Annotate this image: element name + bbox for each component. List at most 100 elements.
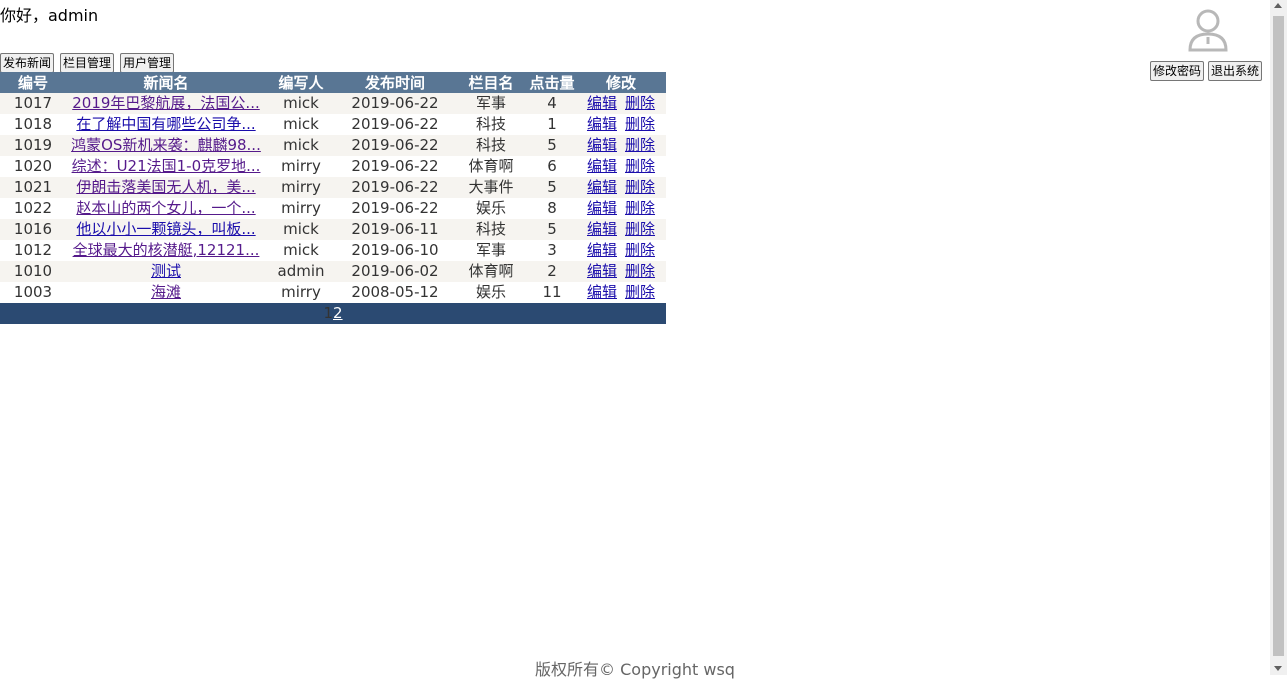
cell-clicks: 5 bbox=[528, 177, 576, 198]
cell-actions: 编辑 删除 bbox=[576, 177, 666, 198]
edit-link[interactable]: 编辑 bbox=[587, 262, 617, 280]
delete-link[interactable]: 删除 bbox=[625, 220, 655, 238]
user-avatar-icon bbox=[1188, 9, 1228, 52]
edit-link[interactable]: 编辑 bbox=[587, 199, 617, 217]
cell-title: 海滩 bbox=[66, 282, 266, 303]
change-password-button[interactable]: 修改密码 bbox=[1150, 61, 1205, 81]
table-row: 1017 2019年巴黎航展，法国公... mick 2019-06-22 军事 4 编辑删… bbox=[0, 93, 666, 114]
cell-title: 在了解中国有哪些公司争... bbox=[66, 114, 266, 135]
cell-id: 1022 bbox=[0, 198, 66, 219]
cell-id: 1016 bbox=[0, 219, 66, 240]
edit-link[interactable]: 编辑 bbox=[587, 94, 617, 112]
cell-date: 2019-06-22 bbox=[336, 93, 454, 114]
delete-link[interactable]: 删除 bbox=[625, 136, 655, 154]
cell-actions: 编辑 删除 bbox=[576, 198, 666, 219]
cell-author: mirry bbox=[266, 177, 336, 198]
news-title-link[interactable]: 在了解中国有哪些公司争... bbox=[76, 115, 255, 133]
logout-button[interactable]: 退出系统 bbox=[1208, 61, 1263, 81]
news-title-link[interactable]: 全球最大的核潜艇,12121... bbox=[73, 241, 260, 259]
cell-clicks: 2 bbox=[528, 261, 576, 282]
news-title-link[interactable]: 综述：U21法国1-0克罗地... bbox=[72, 157, 261, 175]
cell-clicks: 6 bbox=[528, 156, 576, 177]
table-header-row: 编号 新闻名 编写人 发布时间 栏目名 点击量 修改 bbox=[0, 72, 666, 93]
cell-title: 综述：U21法国1-0克罗地... bbox=[66, 156, 266, 177]
news-title-link[interactable]: 鸿蒙OS新机来袭：麒麟98... bbox=[71, 136, 261, 154]
cell-title: 他以小小一颗镜头，叫板... bbox=[66, 219, 266, 240]
greeting-text: 你好，admin bbox=[0, 6, 99, 25]
table-row: 1016 他以小小一颗镜头，叫板... mick 2019-06-11 科技 5 编辑 删除 bbox=[0, 219, 666, 240]
column-manage-button[interactable]: 栏目管理 bbox=[60, 53, 115, 73]
news-title-link[interactable]: 海滩 bbox=[151, 283, 181, 301]
cell-clicks: 3 bbox=[528, 240, 576, 261]
news-title-link[interactable]: 2019年巴黎航展，法国公... bbox=[72, 94, 259, 112]
cell-author: mirry bbox=[266, 156, 336, 177]
news-title-link[interactable]: 他以小小一颗镜头，叫板... bbox=[76, 220, 255, 238]
cell-author: mick bbox=[266, 240, 336, 261]
cell-title: 赵本山的两个女儿，一个... bbox=[66, 198, 266, 219]
delete-link[interactable]: 删除 bbox=[625, 178, 655, 196]
col-header-id: 编号 bbox=[0, 72, 66, 93]
edit-link[interactable]: 编辑 bbox=[587, 283, 617, 301]
cell-column: 科技 bbox=[454, 135, 528, 156]
user-manage-button[interactable]: 用户管理 bbox=[120, 53, 175, 73]
cell-actions: 编辑 删除 bbox=[576, 114, 666, 135]
edit-link[interactable]: 编辑 bbox=[587, 220, 617, 238]
cell-date: 2019-06-22 bbox=[336, 198, 454, 219]
delete-link[interactable]: 删除 bbox=[625, 94, 655, 112]
cell-actions: 编辑 删除 bbox=[576, 240, 666, 261]
table-row: 1010 测试 admin 2019-06-02 体育啊 2 编辑 删除 bbox=[0, 261, 666, 282]
cell-date: 2019-06-10 bbox=[336, 240, 454, 261]
cell-date: 2019-06-22 bbox=[336, 135, 454, 156]
edit-link[interactable]: 编辑 bbox=[587, 241, 617, 259]
delete-link[interactable]: 删除 bbox=[625, 157, 655, 175]
col-header-author: 编写人 bbox=[266, 72, 336, 93]
delete-link[interactable]: 删除 bbox=[625, 241, 655, 259]
publish-news-button[interactable]: 发布新闻 bbox=[0, 53, 55, 73]
cell-id: 1003 bbox=[0, 282, 66, 303]
scroll-thumb[interactable] bbox=[1273, 16, 1284, 656]
news-title-link[interactable]: 伊朗击落美国无人机，美... bbox=[76, 178, 255, 196]
cell-actions: 编辑 删除 bbox=[576, 282, 666, 303]
cell-clicks: 4 bbox=[528, 93, 576, 114]
delete-link[interactable]: 删除 bbox=[625, 283, 655, 301]
vertical-scrollbar[interactable] bbox=[1270, 0, 1287, 675]
cell-column: 科技 bbox=[454, 219, 528, 240]
col-header-actions: 修改 bbox=[576, 72, 666, 93]
col-header-title: 新闻名 bbox=[66, 72, 266, 93]
cell-author: mirry bbox=[266, 198, 336, 219]
cell-id: 1010 bbox=[0, 261, 66, 282]
cell-column: 体育啊 bbox=[454, 261, 528, 282]
cell-id: 1021 bbox=[0, 177, 66, 198]
cell-author: admin bbox=[266, 261, 336, 282]
cell-actions: 编辑 删除 bbox=[576, 261, 666, 282]
cell-author: mick bbox=[266, 219, 336, 240]
scroll-up-arrow-icon[interactable] bbox=[1274, 3, 1282, 8]
table-row: 1003 海滩 mirry 2008-05-12 娱乐 11 编辑 删除 bbox=[0, 282, 666, 303]
cell-clicks: 5 bbox=[528, 219, 576, 240]
cell-column: 科技 bbox=[454, 114, 528, 135]
cell-title: 测试 bbox=[66, 261, 266, 282]
cell-id: 1020 bbox=[0, 156, 66, 177]
cell-id: 1018 bbox=[0, 114, 66, 135]
cell-actions: 编辑 删除 bbox=[576, 93, 666, 114]
cell-column: 大事件 bbox=[454, 177, 528, 198]
cell-author: mick bbox=[266, 93, 336, 114]
news-title-link[interactable]: 测试 bbox=[151, 262, 181, 280]
edit-link[interactable]: 编辑 bbox=[587, 157, 617, 175]
edit-link[interactable]: 编辑 bbox=[587, 115, 617, 133]
news-title-link[interactable]: 赵本山的两个女儿，一个... bbox=[76, 199, 255, 217]
cell-clicks: 5 bbox=[528, 135, 576, 156]
scroll-down-arrow-icon[interactable] bbox=[1274, 666, 1282, 671]
delete-link[interactable]: 删除 bbox=[625, 115, 655, 133]
delete-link[interactable]: 删除 bbox=[625, 262, 655, 280]
cell-clicks: 11 bbox=[528, 282, 576, 303]
cell-id: 1017 bbox=[0, 93, 66, 114]
pager-next-link[interactable]: 2 bbox=[333, 304, 343, 322]
edit-link[interactable]: 编辑 bbox=[587, 136, 617, 154]
cell-date: 2008-05-12 bbox=[336, 282, 454, 303]
delete-link[interactable]: 删除 bbox=[625, 199, 655, 217]
cell-column: 娱乐 bbox=[454, 282, 528, 303]
edit-link[interactable]: 编辑 bbox=[587, 178, 617, 196]
cell-actions: 编辑 删除 bbox=[576, 156, 666, 177]
cell-column: 体育啊 bbox=[454, 156, 528, 177]
